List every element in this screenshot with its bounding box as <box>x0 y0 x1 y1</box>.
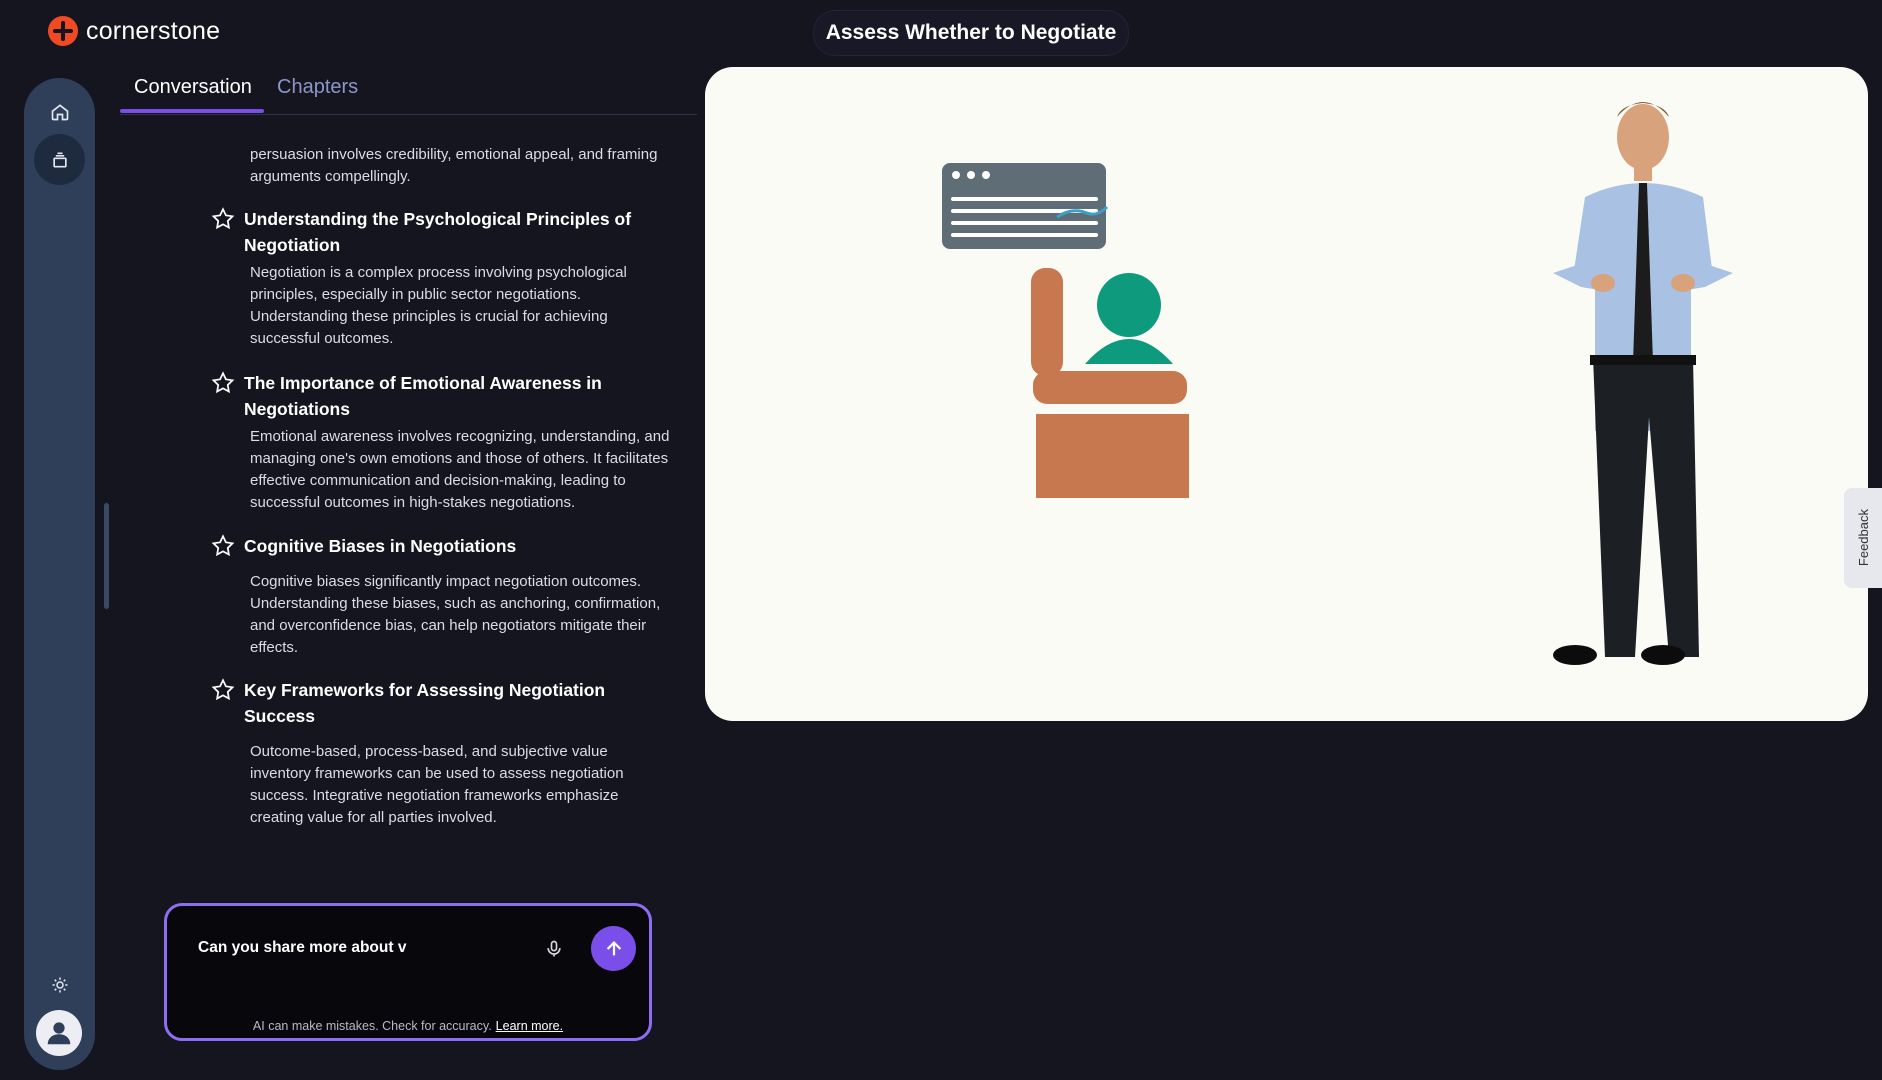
chat-input-box[interactable]: Can you share more about v AI can make m… <box>164 903 652 1041</box>
disclaimer-text: AI can make mistakes. Check for accuracy… <box>252 1019 492 1033</box>
home-icon <box>51 103 68 120</box>
content-scrollbar[interactable] <box>104 503 109 609</box>
star-icon[interactable] <box>210 677 236 703</box>
feedback-tab[interactable]: Feedback <box>1844 488 1882 588</box>
ai-disclaimer: AI can make mistakes. Check for accuracy… <box>167 1019 649 1033</box>
item-body: Negotiation is a complex process involvi… <box>250 264 627 347</box>
star-icon[interactable] <box>210 533 236 559</box>
item-body: Cognitive biases significantly impact ne… <box>250 573 661 656</box>
microphone-icon <box>547 940 561 957</box>
active-tab-indicator <box>120 109 264 113</box>
list-item: The Importance of Emotional Awareness in… <box>210 370 670 514</box>
chat-input[interactable]: Can you share more about v <box>198 939 406 957</box>
video-player[interactable] <box>705 67 1868 721</box>
feedback-label: Feedback <box>1855 509 1871 567</box>
item-title: The Importance of Emotional Awareness in… <box>244 373 602 419</box>
tab-chapters[interactable]: Chapters <box>277 76 358 99</box>
home-button[interactable] <box>34 86 85 137</box>
truncated-text: persuasion involves credibility, emotion… <box>250 146 658 185</box>
list-item: Cognitive Biases in Negotiations Cogniti… <box>210 533 670 659</box>
library-button[interactable] <box>34 134 85 185</box>
item-title: Understanding the Psychological Principl… <box>244 209 632 255</box>
tab-conversation[interactable]: Conversation <box>134 76 252 99</box>
item-body: Outcome-based, process-based, and subjec… <box>250 743 624 826</box>
cornerstone-logo-icon <box>48 16 78 46</box>
presenter-figure <box>1553 102 1733 665</box>
list-item: Understanding the Psychological Principl… <box>210 206 670 350</box>
sun-icon <box>52 977 67 992</box>
brand-logo[interactable]: cornerstone <box>48 16 220 46</box>
user-avatar-icon <box>47 1022 71 1045</box>
presentation-illustration <box>942 163 1189 498</box>
tab-bar: Conversation Chapters <box>120 70 697 115</box>
item-title: Cognitive Biases in Negotiations <box>244 536 517 556</box>
theme-toggle-button[interactable] <box>34 959 85 1010</box>
lesson-title: Assess Whether to Negotiate <box>813 10 1129 56</box>
learn-more-link[interactable]: Learn more. <box>496 1019 563 1033</box>
layers-icon <box>52 152 67 167</box>
star-icon[interactable] <box>210 370 236 396</box>
microphone-button[interactable] <box>537 932 571 966</box>
brand-name: cornerstone <box>86 16 221 45</box>
star-icon[interactable] <box>210 206 236 232</box>
video-frame <box>942 102 1733 665</box>
list-item: Key Frameworks for Assessing Negotiation… <box>210 677 670 829</box>
item-body: Emotional awareness involves recognizing… <box>250 428 670 511</box>
sidebar <box>24 78 95 1070</box>
item-title: Key Frameworks for Assessing Negotiation… <box>244 680 606 726</box>
arrow-up-icon <box>606 940 621 955</box>
user-avatar-button[interactable] <box>36 1010 82 1056</box>
send-button[interactable] <box>591 926 636 971</box>
